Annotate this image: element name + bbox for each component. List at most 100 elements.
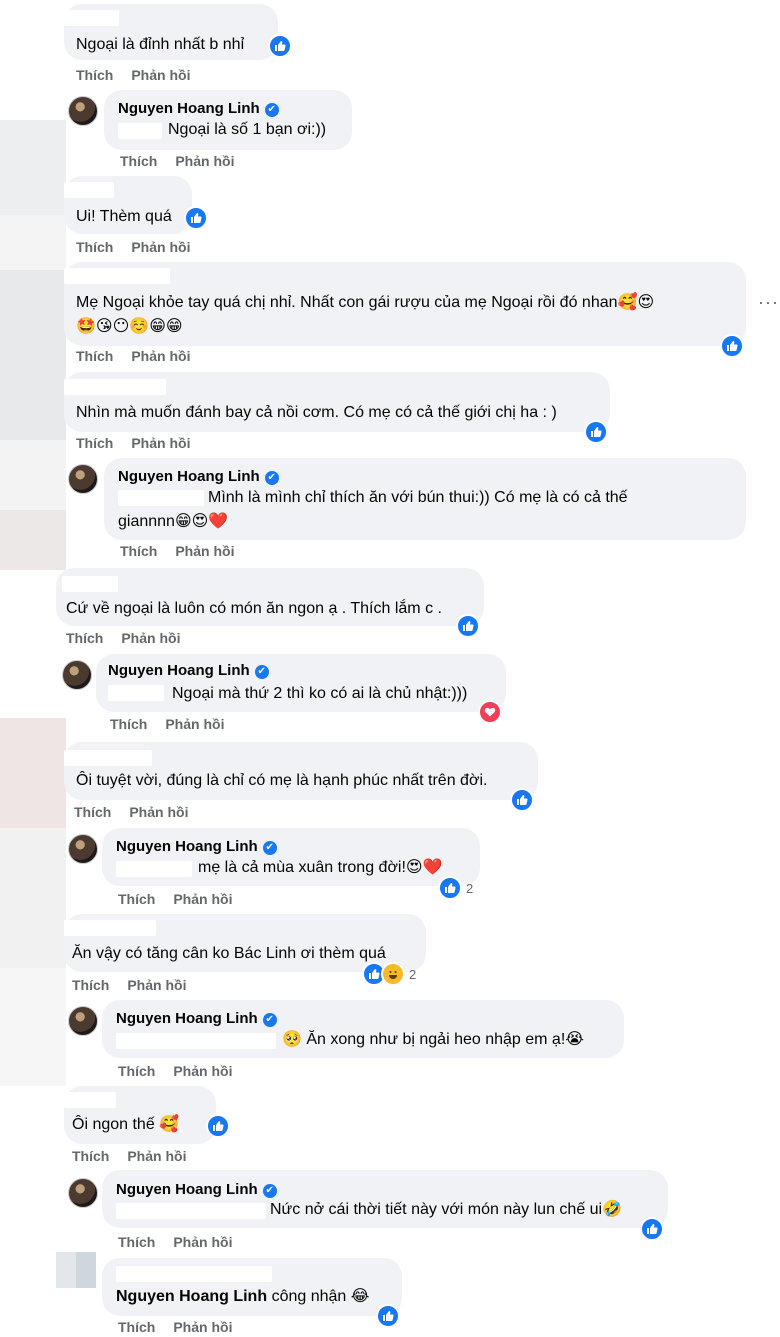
redacted-tag	[118, 490, 204, 506]
mosaic-block	[0, 968, 66, 1086]
like-reaction-icon	[720, 334, 744, 358]
like-link[interactable]: Thích	[66, 630, 103, 646]
reaction-summary[interactable]	[376, 1304, 400, 1328]
reply-link[interactable]: Phản hồi	[131, 435, 190, 451]
avatar[interactable]	[68, 96, 98, 126]
redacted-tag	[116, 861, 192, 877]
reaction-summary[interactable]	[478, 700, 502, 724]
mosaic-block	[0, 828, 66, 968]
comment-text: Ăn vậy có tăng cân ko Bác Linh ơi thèm q…	[72, 945, 386, 962]
like-link[interactable]: Thích	[76, 239, 113, 255]
comment-actions: Thích Phản hồi	[118, 891, 250, 907]
reaction-summary[interactable]	[184, 206, 208, 230]
comment-actions: Thích Phản hồi	[118, 1234, 250, 1250]
comment-text: Ui! Thèm quá	[76, 208, 172, 225]
verified-badge-icon: ✔	[264, 471, 279, 485]
author-name[interactable]: Nguyen Hoang Linh	[116, 1288, 267, 1305]
reply-link[interactable]: Phản hồi	[131, 348, 190, 364]
comment-text: Ôi ngon thế 🥰	[72, 1116, 180, 1133]
comment-text: Cứ về ngoại là luôn có món ăn ngon ạ . T…	[66, 600, 442, 617]
reaction-summary[interactable]: 2	[362, 962, 416, 986]
verified-badge-icon: ✔	[262, 1184, 277, 1198]
like-link[interactable]: Thích	[120, 543, 157, 559]
like-reaction-icon	[510, 788, 534, 812]
redacted-name	[64, 10, 119, 26]
avatar[interactable]	[68, 834, 98, 864]
like-link[interactable]: Thích	[74, 804, 111, 820]
like-link[interactable]: Thích	[76, 348, 113, 364]
comment-actions: Thích Phản hồi	[74, 804, 206, 820]
comment-text: Ngoại là số 1 bạn ơi:))	[168, 121, 327, 138]
author-name[interactable]: Nguyen Hoang Linh ✔	[108, 662, 269, 679]
more-options-icon[interactable]: ···	[758, 292, 779, 313]
reply-link[interactable]: Phản hồi	[173, 1063, 232, 1079]
author-name[interactable]: Nguyen Hoang Linh ✔	[116, 1010, 277, 1027]
mosaic-block	[0, 270, 66, 440]
like-link[interactable]: Thích	[76, 435, 113, 451]
redacted-name	[64, 268, 170, 284]
like-link[interactable]: Thích	[118, 1063, 155, 1079]
comment-actions: Thích Phản hồi	[120, 543, 252, 559]
redacted-tag	[116, 1033, 276, 1049]
reply-link[interactable]: Phản hồi	[131, 67, 190, 83]
reaction-summary[interactable]	[584, 420, 608, 444]
mosaic-block	[0, 120, 66, 215]
author-name[interactable]: Nguyen Hoang Linh ✔	[116, 838, 277, 855]
like-link[interactable]: Thích	[120, 153, 157, 169]
author-name-text: Nguyen Hoang Linh	[116, 838, 258, 855]
like-link[interactable]: Thích	[72, 977, 109, 993]
comment-line: Nguyen Hoang Linh công nhận 😂	[116, 1286, 369, 1308]
comment-text-line: 🤩😘😶☺️😁😁	[76, 318, 183, 335]
reply-link[interactable]: Phản hồi	[173, 1319, 232, 1335]
redacted-tag	[116, 1266, 272, 1282]
reply-link[interactable]: Phản hồi	[127, 1148, 186, 1164]
comment-actions: Thích Phản hồi	[120, 153, 252, 169]
mosaic-block	[0, 510, 66, 570]
like-link[interactable]: Thích	[110, 716, 147, 732]
heart-reaction-icon	[478, 700, 502, 724]
reaction-summary[interactable]	[640, 1217, 664, 1241]
reaction-summary[interactable]: 2	[438, 876, 473, 900]
like-link[interactable]: Thích	[118, 891, 155, 907]
like-link[interactable]: Thích	[118, 1319, 155, 1335]
like-link[interactable]: Thích	[76, 67, 113, 83]
reaction-summary[interactable]	[206, 1114, 230, 1138]
comment-actions: Thích Phản hồi	[118, 1063, 250, 1079]
reply-link[interactable]: Phản hồi	[173, 891, 232, 907]
avatar[interactable]	[68, 464, 98, 494]
comment-text: Ôi tuyệt vời, đúng là chỉ có mẹ là hạnh …	[76, 772, 488, 789]
author-name[interactable]: Nguyen Hoang Linh ✔	[116, 1181, 277, 1198]
reply-link[interactable]: Phản hồi	[121, 630, 180, 646]
like-link[interactable]: Thích	[118, 1234, 155, 1250]
reply-link[interactable]: Phản hồi	[131, 239, 190, 255]
comment-actions: Thích Phản hồi	[76, 67, 208, 83]
reply-link[interactable]: Phản hồi	[129, 804, 188, 820]
comment-text: Ngoại là đỉnh nhất b nhỉ	[76, 36, 245, 53]
like-reaction-icon	[206, 1114, 230, 1138]
avatar[interactable]	[68, 1178, 98, 1208]
reaction-summary[interactable]	[268, 34, 292, 58]
author-name-text: Nguyen Hoang Linh	[108, 662, 250, 679]
avatar[interactable]	[68, 1006, 98, 1036]
comment-actions: Thích Phản hồi	[72, 977, 204, 993]
reply-link[interactable]: Phản hồi	[173, 1234, 232, 1250]
like-reaction-icon	[268, 34, 292, 58]
author-name[interactable]: Nguyen Hoang Linh ✔	[118, 468, 279, 485]
like-link[interactable]: Thích	[72, 1148, 109, 1164]
avatar[interactable]	[62, 660, 92, 690]
reaction-summary[interactable]	[510, 788, 534, 812]
reply-link[interactable]: Phản hồi	[175, 153, 234, 169]
author-name[interactable]: Nguyen Hoang Linh ✔	[118, 100, 279, 117]
redacted-name	[64, 379, 166, 395]
haha-reaction-icon	[381, 962, 405, 986]
reply-link[interactable]: Phản hồi	[175, 543, 234, 559]
like-reaction-icon	[184, 206, 208, 230]
comment-text: công nhận 😂	[271, 1288, 370, 1305]
reply-link[interactable]: Phản hồi	[165, 716, 224, 732]
reaction-summary[interactable]	[720, 334, 744, 358]
comment-actions: Thích Phản hồi	[66, 630, 198, 646]
reply-link[interactable]: Phản hồi	[127, 977, 186, 993]
comment-actions: Thích Phản hồi	[118, 1319, 250, 1335]
comment-text: Ngoại mà thứ 2 thì ko có ai là chủ nhật:…	[172, 685, 468, 702]
reaction-summary[interactable]	[456, 614, 480, 638]
